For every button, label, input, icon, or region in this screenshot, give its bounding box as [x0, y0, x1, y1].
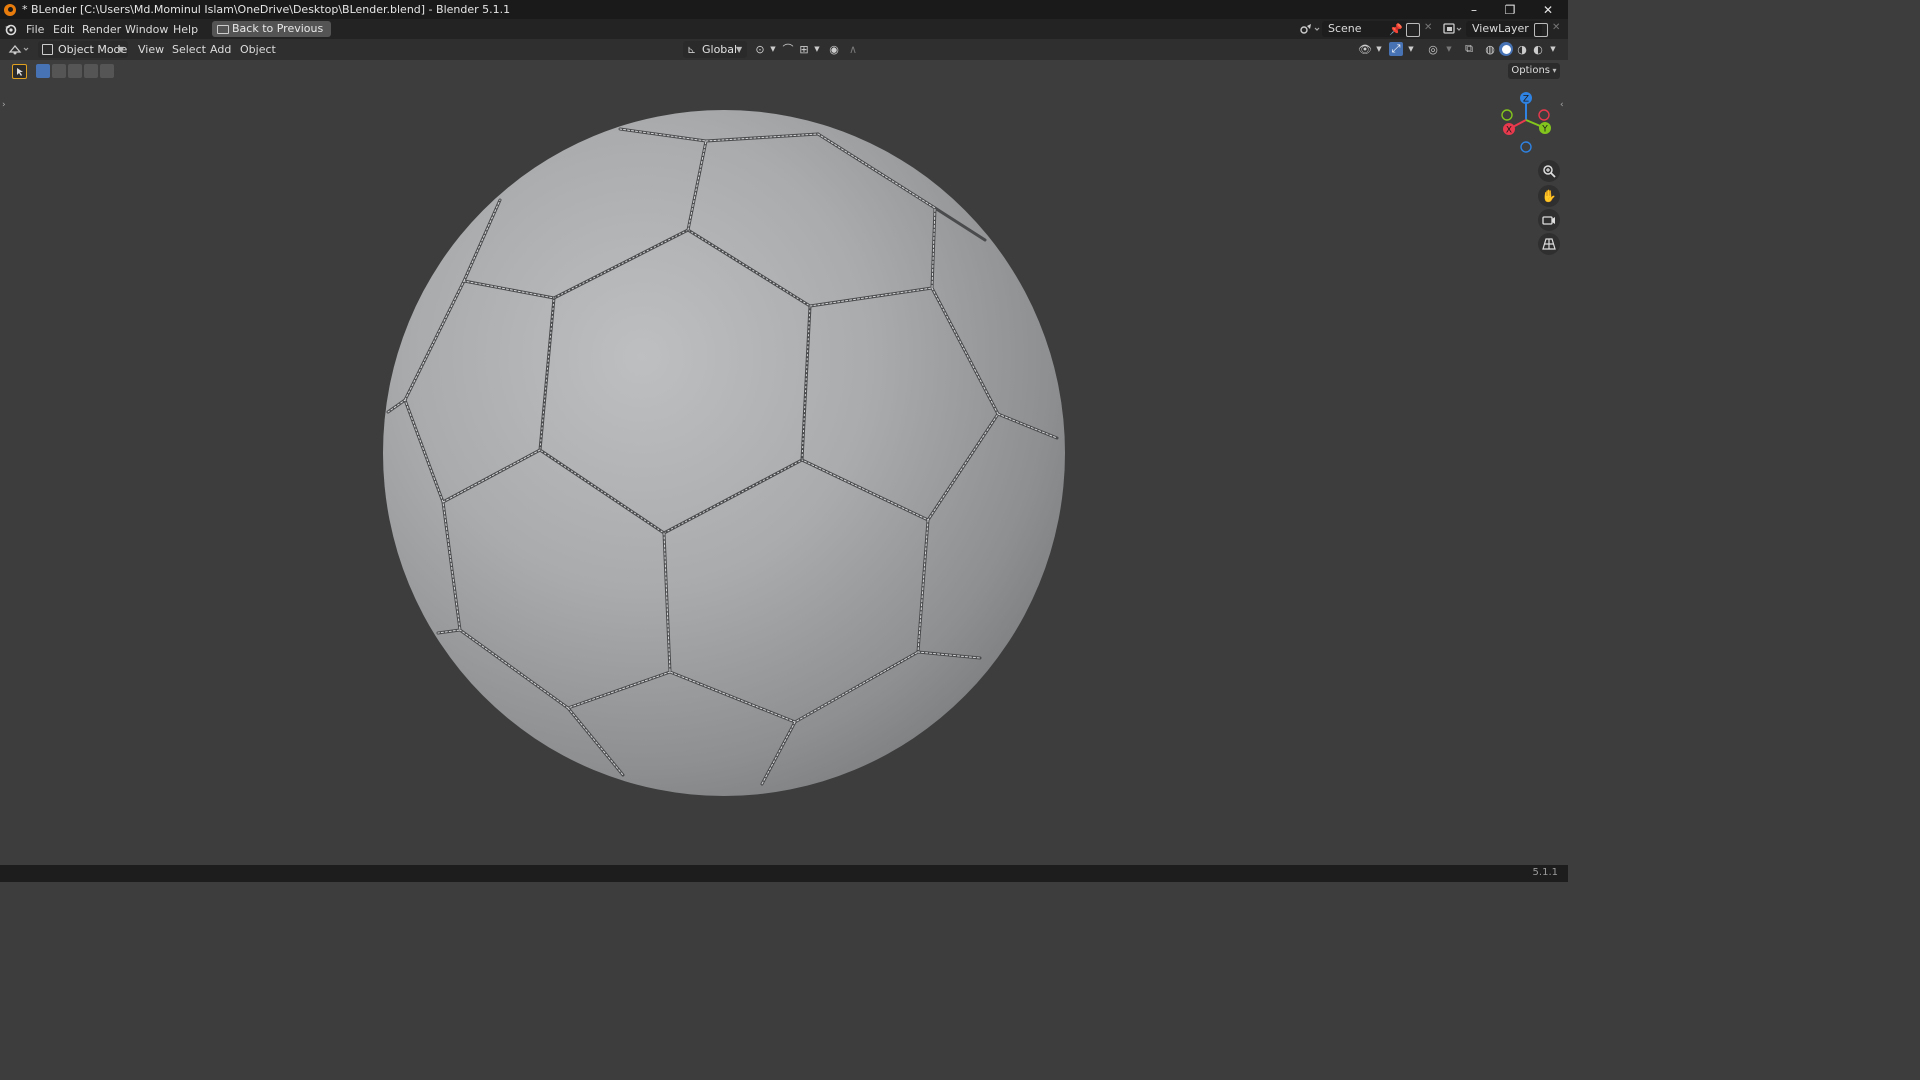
menu-view[interactable]: View: [138, 42, 164, 57]
pan-hand-icon[interactable]: ✋: [1538, 185, 1560, 207]
editor-type-icon[interactable]: [8, 42, 32, 57]
wireframe-shading-icon[interactable]: ◍: [1483, 42, 1497, 56]
select-new-icon[interactable]: [36, 64, 50, 78]
select-invert-icon[interactable]: [84, 64, 98, 78]
chevron-down-icon: ▼: [118, 45, 125, 54]
zoom-icon[interactable]: [1538, 160, 1560, 182]
3d-viewport[interactable]: › ‹: [0, 60, 1568, 865]
new-viewlayer-icon[interactable]: [1534, 23, 1548, 37]
viewport-header: Object Mode ▼ View Select Add Object ⊾ G…: [0, 39, 1568, 60]
chevron-down-icon: ▼: [736, 45, 743, 54]
status-bar: 5.1.1: [0, 865, 1568, 882]
chevron-down-icon[interactable]: ▼: [1372, 42, 1386, 56]
back-icon: [217, 25, 229, 34]
overlays-icon[interactable]: ◎: [1426, 42, 1440, 56]
toolbar-expand-icon[interactable]: ›: [2, 100, 6, 110]
viewlayer-icon[interactable]: [1443, 22, 1465, 36]
falloff-icon[interactable]: ∧: [846, 42, 860, 56]
blender-menu-icon[interactable]: [4, 22, 18, 36]
blender-icon: [4, 3, 16, 16]
maximize-button[interactable]: ❐: [1491, 0, 1529, 19]
options-label: Options: [1511, 65, 1551, 76]
snap-target-icon[interactable]: ⊞: [797, 42, 811, 56]
chevron-down-icon[interactable]: ▼: [1442, 42, 1456, 56]
gizmo-z-label: Z: [1523, 95, 1529, 105]
gizmo-x-label: X: [1506, 126, 1512, 136]
menu-render[interactable]: Render: [80, 22, 123, 37]
select-subtract-icon[interactable]: [68, 64, 82, 78]
select-extend-icon[interactable]: [52, 64, 66, 78]
scene-name: Scene: [1328, 22, 1362, 35]
snap-icon[interactable]: ⌒: [781, 42, 795, 56]
visibility-icon[interactable]: 👁: [1358, 42, 1372, 56]
material-shading-icon[interactable]: ◑: [1515, 42, 1529, 56]
menu-file[interactable]: File: [24, 22, 46, 37]
mode-label: Object Mode: [58, 43, 128, 56]
xray-icon[interactable]: ⧉: [1462, 42, 1476, 56]
soccer-ball[interactable]: [383, 110, 1065, 796]
options-dropdown[interactable]: Options ▾: [1508, 63, 1560, 79]
mode-dropdown[interactable]: Object Mode ▼: [38, 41, 128, 58]
menu-add[interactable]: Add: [210, 42, 231, 57]
menu-help[interactable]: Help: [171, 22, 200, 37]
menu-select[interactable]: Select: [172, 42, 206, 57]
minimize-button[interactable]: –: [1455, 0, 1493, 19]
title-bar: * BLender [C:\Users\Md.Mominul Islam\One…: [0, 0, 1568, 19]
back-to-previous-button[interactable]: Back to Previous: [212, 21, 332, 37]
delete-viewlayer-icon[interactable]: ✕: [1552, 22, 1560, 33]
version-label: 5.1.1: [1532, 867, 1558, 878]
camera-view-icon[interactable]: [1538, 209, 1560, 231]
select-tool-icon[interactable]: [12, 64, 27, 79]
object-mode-icon: [42, 44, 53, 55]
gizmo-toggle-icon[interactable]: ⤢: [1389, 42, 1403, 56]
transform-orientation-dropdown[interactable]: ⊾ Global ▼: [683, 41, 747, 58]
menu-window[interactable]: Window: [123, 22, 170, 37]
menu-edit[interactable]: Edit: [51, 22, 76, 37]
menu-object[interactable]: Object: [240, 42, 276, 57]
navigation-gizmo[interactable]: Z X Y: [1496, 88, 1560, 154]
chevron-down-icon[interactable]: ▼: [766, 42, 780, 56]
select-intersect-icon[interactable]: [100, 64, 114, 78]
proportional-edit-icon[interactable]: ◉: [827, 42, 841, 56]
orientation-icon: ⊾: [687, 43, 697, 56]
top-menu-bar: File Edit Render Window Help Back to Pre…: [0, 19, 1568, 39]
delete-scene-icon[interactable]: ✕: [1424, 22, 1432, 33]
pin-icon[interactable]: 📌: [1389, 23, 1403, 36]
viewlayer-name: ViewLayer: [1472, 22, 1529, 35]
solid-shading-icon[interactable]: [1499, 42, 1513, 56]
new-scene-icon[interactable]: [1406, 23, 1420, 37]
sidebar-expand-icon[interactable]: ‹: [1560, 100, 1564, 110]
gizmo-y-label: Y: [1541, 125, 1548, 135]
scene-icon[interactable]: [1299, 22, 1321, 36]
chevron-down-icon[interactable]: ▼: [810, 42, 824, 56]
window-title: * BLender [C:\Users\Md.Mominul Islam\One…: [22, 3, 511, 16]
chevron-down-icon[interactable]: ▼: [1404, 42, 1418, 56]
perspective-grid-icon[interactable]: [1538, 233, 1560, 255]
viewlayer-field[interactable]: ViewLayer: [1466, 21, 1542, 37]
chevron-down-icon[interactable]: ▼: [1546, 42, 1560, 56]
orientation-label: Global: [702, 43, 738, 56]
rendered-shading-icon[interactable]: ◐: [1531, 42, 1545, 56]
close-button[interactable]: ✕: [1529, 0, 1567, 19]
pivot-point-icon[interactable]: ⊙: [753, 42, 767, 56]
back-to-previous-label: Back to Previous: [232, 22, 324, 35]
